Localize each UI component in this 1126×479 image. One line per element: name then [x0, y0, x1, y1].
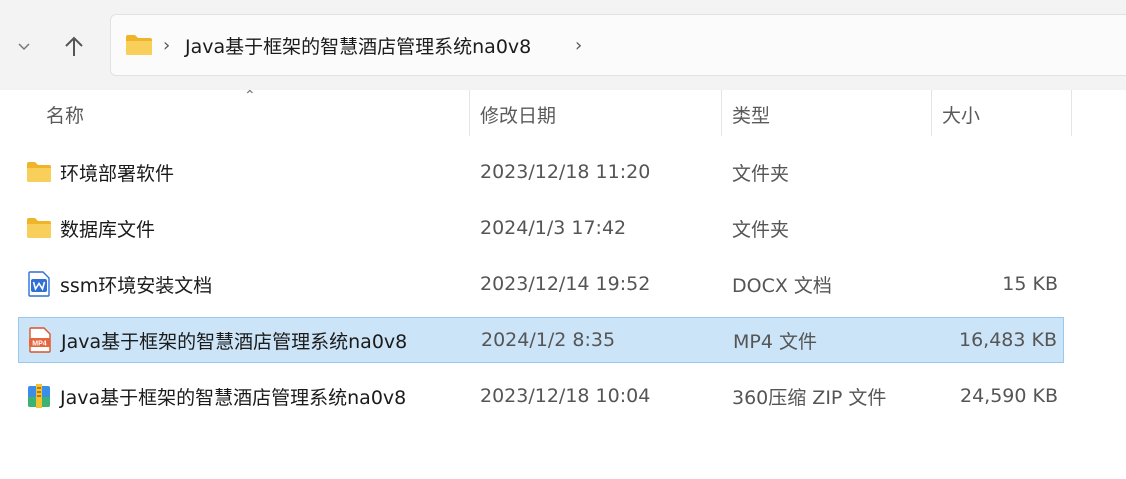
- column-header-name[interactable]: 名称: [46, 90, 466, 138]
- file-name: 数据库文件: [60, 218, 156, 241]
- svg-text:MP4: MP4: [32, 340, 47, 347]
- file-size: 16,483 KB: [958, 329, 1057, 351]
- file-row[interactable]: 数据库文件 2024/1/3 17:42 文件夹: [18, 205, 1064, 251]
- folder-icon: [126, 35, 152, 55]
- column-divider[interactable]: [1071, 90, 1072, 136]
- column-divider[interactable]: [931, 90, 932, 136]
- arrow-up-icon: [65, 36, 83, 56]
- file-size: 24,590 KB: [959, 385, 1058, 407]
- file-type: 文件夹: [732, 162, 790, 185]
- file-date-modified: 2023/12/18 11:20: [480, 161, 651, 183]
- file-type: 文件夹: [732, 218, 790, 241]
- file-size: 15 KB: [1002, 273, 1058, 295]
- column-header-row: ⌃ 名称 修改日期 类型 大小: [0, 88, 1126, 138]
- navigation-bar: › Java基于框架的智慧酒店管理系统na0v8 ›: [0, 0, 1126, 90]
- folder-icon: [27, 218, 51, 238]
- column-header-type[interactable]: 类型: [732, 90, 928, 138]
- file-date-modified: 2023/12/18 10:04: [480, 385, 651, 407]
- file-type: MP4 文件: [733, 330, 817, 353]
- folder-icon: [27, 162, 51, 182]
- file-date-modified: 2024/1/2 8:35: [481, 329, 616, 351]
- mp4-file-icon: MP4: [29, 327, 51, 353]
- file-date-modified: 2023/12/14 19:52: [480, 273, 651, 295]
- file-type: 360压缩 ZIP 文件: [732, 386, 887, 409]
- word-doc-icon: [28, 271, 50, 297]
- file-name: 环境部署软件: [60, 162, 175, 185]
- file-row-selected[interactable]: MP4 Java基于框架的智慧酒店管理系统na0v8 2024/1/2 8:35…: [18, 317, 1064, 363]
- chevron-down-icon: [18, 43, 30, 51]
- file-row[interactable]: Java基于框架的智慧酒店管理系统na0v8 2023/12/18 10:04 …: [18, 373, 1064, 419]
- file-row[interactable]: 环境部署软件 2023/12/18 11:20 文件夹: [18, 149, 1064, 195]
- up-button[interactable]: [56, 26, 92, 66]
- address-bar[interactable]: › Java基于框架的智慧酒店管理系统na0v8 ›: [110, 14, 1126, 76]
- file-name: Java基于框架的智慧酒店管理系统na0v8: [60, 386, 407, 409]
- file-type: DOCX 文档: [732, 274, 832, 297]
- recent-locations-button[interactable]: [6, 26, 42, 66]
- column-divider[interactable]: [721, 90, 722, 136]
- zip-archive-icon: [28, 384, 50, 408]
- breadcrumb-expand-separator[interactable]: ›: [575, 35, 582, 56]
- breadcrumb-separator[interactable]: ›: [163, 35, 170, 56]
- file-row[interactable]: ssm环境安装文档 2023/12/14 19:52 DOCX 文档 15 KB: [18, 261, 1064, 307]
- column-header-date-modified[interactable]: 修改日期: [480, 90, 720, 138]
- file-date-modified: 2024/1/3 17:42: [480, 217, 627, 239]
- column-divider[interactable]: [469, 90, 470, 136]
- breadcrumb-current-folder[interactable]: Java基于框架的智慧酒店管理系统na0v8: [185, 32, 531, 59]
- file-name: ssm环境安装文档: [60, 274, 213, 297]
- column-header-size[interactable]: 大小: [942, 90, 1070, 138]
- file-name: Java基于框架的智慧酒店管理系统na0v8: [61, 330, 408, 353]
